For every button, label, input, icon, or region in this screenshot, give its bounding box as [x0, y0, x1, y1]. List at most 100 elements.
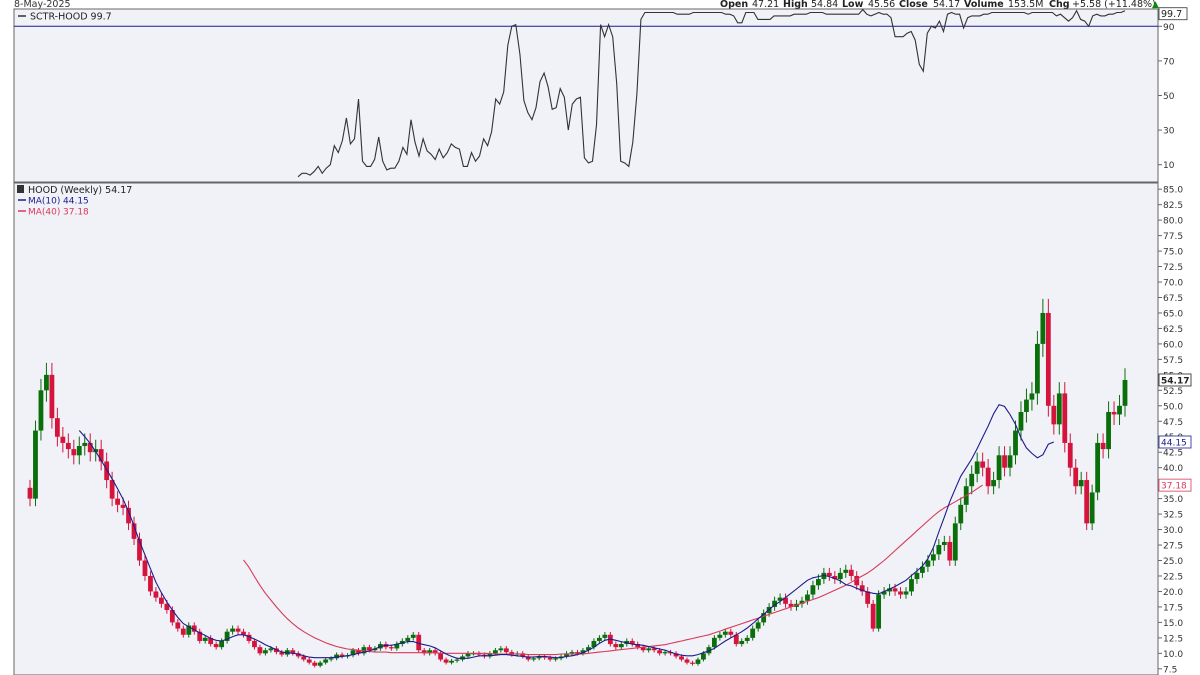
price-y-tick-label: 57.5: [1163, 356, 1183, 366]
sctr-y-tick-label: 50: [1163, 92, 1175, 102]
candle-body: [1095, 442, 1101, 493]
candle-body: [569, 652, 575, 654]
candle-body: [848, 569, 854, 576]
candle-body: [159, 597, 164, 604]
candle-body: [1117, 405, 1122, 415]
candle-body: [958, 504, 964, 524]
candle-body: [219, 640, 225, 648]
candle-body: [826, 572, 832, 576]
price-y-tick-label: 72.5: [1163, 263, 1183, 273]
candle-body: [1051, 405, 1057, 425]
candle-body: [175, 622, 181, 629]
candle-body: [1122, 379, 1128, 406]
candle-body: [27, 487, 33, 499]
candle-body: [985, 467, 991, 487]
candle-body: [104, 461, 110, 481]
candle-body: [947, 541, 953, 561]
candle-body: [690, 662, 695, 664]
candle-body: [717, 634, 723, 638]
candle-body: [618, 644, 624, 648]
candle-body: [328, 658, 334, 660]
price-y-tick-label: 80.0: [1163, 217, 1183, 227]
candle-body: [1111, 411, 1117, 415]
candle-body: [306, 659, 312, 663]
candle-body: [65, 442, 71, 450]
price-y-tick-label: 47.5: [1163, 418, 1183, 428]
candle-body: [1045, 312, 1051, 406]
price-y-tick-label: 42.5: [1163, 449, 1183, 459]
price-title: HOOD (Weekly) 54.17: [28, 185, 132, 196]
candle-body: [323, 659, 329, 663]
candle-body: [892, 588, 898, 592]
candle-body: [438, 653, 444, 660]
candle-body: [410, 634, 416, 638]
candle-body: [701, 653, 706, 660]
candle-body: [602, 634, 608, 638]
price-y-tick-label: 85.0: [1163, 186, 1183, 196]
candle-body: [1089, 492, 1095, 524]
candle-body: [49, 374, 55, 419]
candle-body: [54, 418, 60, 437]
candle-body: [235, 628, 241, 632]
candle-body: [180, 628, 186, 635]
candle-body: [531, 658, 537, 660]
candle-body: [1024, 399, 1029, 412]
candle-body: [744, 637, 750, 641]
ma10-legend-value: 44.15: [63, 197, 89, 207]
candle-body: [805, 594, 810, 601]
candle-body: [646, 648, 652, 651]
candle-body: [317, 662, 323, 666]
candle-body: [1106, 411, 1111, 450]
ma10-price-tag: 44.15: [1161, 438, 1187, 448]
candle-body: [755, 622, 761, 629]
price-y-tick-label: 27.5: [1163, 542, 1183, 552]
candle-body: [816, 579, 821, 586]
candle-body: [739, 640, 745, 645]
candle-body: [930, 554, 936, 561]
sctr-legend: SCTR-HOOD 99.7: [18, 12, 112, 23]
price-y-tick-label: 20.0: [1163, 588, 1183, 598]
price-y-tick-label: 62.5: [1163, 325, 1183, 335]
candle-body: [980, 461, 986, 468]
price-y-tick-label: 50.0: [1163, 402, 1183, 412]
candle-body: [82, 442, 88, 447]
candle-body: [750, 628, 756, 638]
candle-body: [695, 659, 701, 664]
price-y-tick-label: 30.0: [1163, 526, 1183, 536]
ma40-legend-value: 37.18: [63, 208, 89, 218]
price-y-tick-label: 52.5: [1163, 387, 1183, 397]
candle-body: [657, 650, 663, 654]
candle-body: [903, 591, 909, 595]
price-y-tick-label: 32.5: [1163, 511, 1183, 521]
candle-body: [268, 648, 274, 651]
price-y-tick-label: 17.5: [1163, 603, 1183, 613]
candle-body: [843, 569, 849, 573]
candle-body: [1018, 411, 1024, 431]
candle-body: [575, 652, 580, 654]
candle-body: [1067, 442, 1073, 468]
candle-body: [153, 591, 159, 598]
candle-body: [503, 648, 509, 653]
candle-legend-icon: [17, 185, 24, 193]
ma40-legend-name: MA(40): [28, 208, 60, 218]
candle-body: [1100, 442, 1106, 450]
candle-body: [44, 374, 49, 391]
candle-body: [257, 647, 263, 654]
price-y-tick-label: 7.5: [1163, 665, 1177, 675]
price-panel: 85.0 82.5 80.0 77.5 75.0 72.5 70.0 67.5 65.0 62.5…: [13, 182, 1192, 675]
candle-body: [492, 650, 498, 654]
candle-body: [876, 594, 882, 629]
price-y-tick-label: 67.5: [1163, 294, 1183, 304]
candle-body: [1007, 455, 1013, 468]
candle-body: [498, 648, 504, 651]
price-y-tick-label: 10.0: [1163, 650, 1183, 660]
price-y-tick-label: 60.0: [1163, 340, 1183, 350]
price-y-tick-label: 65.0: [1163, 309, 1183, 319]
candle-body: [1078, 480, 1084, 487]
candle-body: [443, 659, 449, 663]
candle-body: [115, 498, 120, 505]
ma10-legend-name: MA(10): [28, 197, 60, 207]
candle-body: [1084, 480, 1090, 524]
candle-body: [1073, 467, 1079, 487]
candle-body: [711, 637, 717, 648]
